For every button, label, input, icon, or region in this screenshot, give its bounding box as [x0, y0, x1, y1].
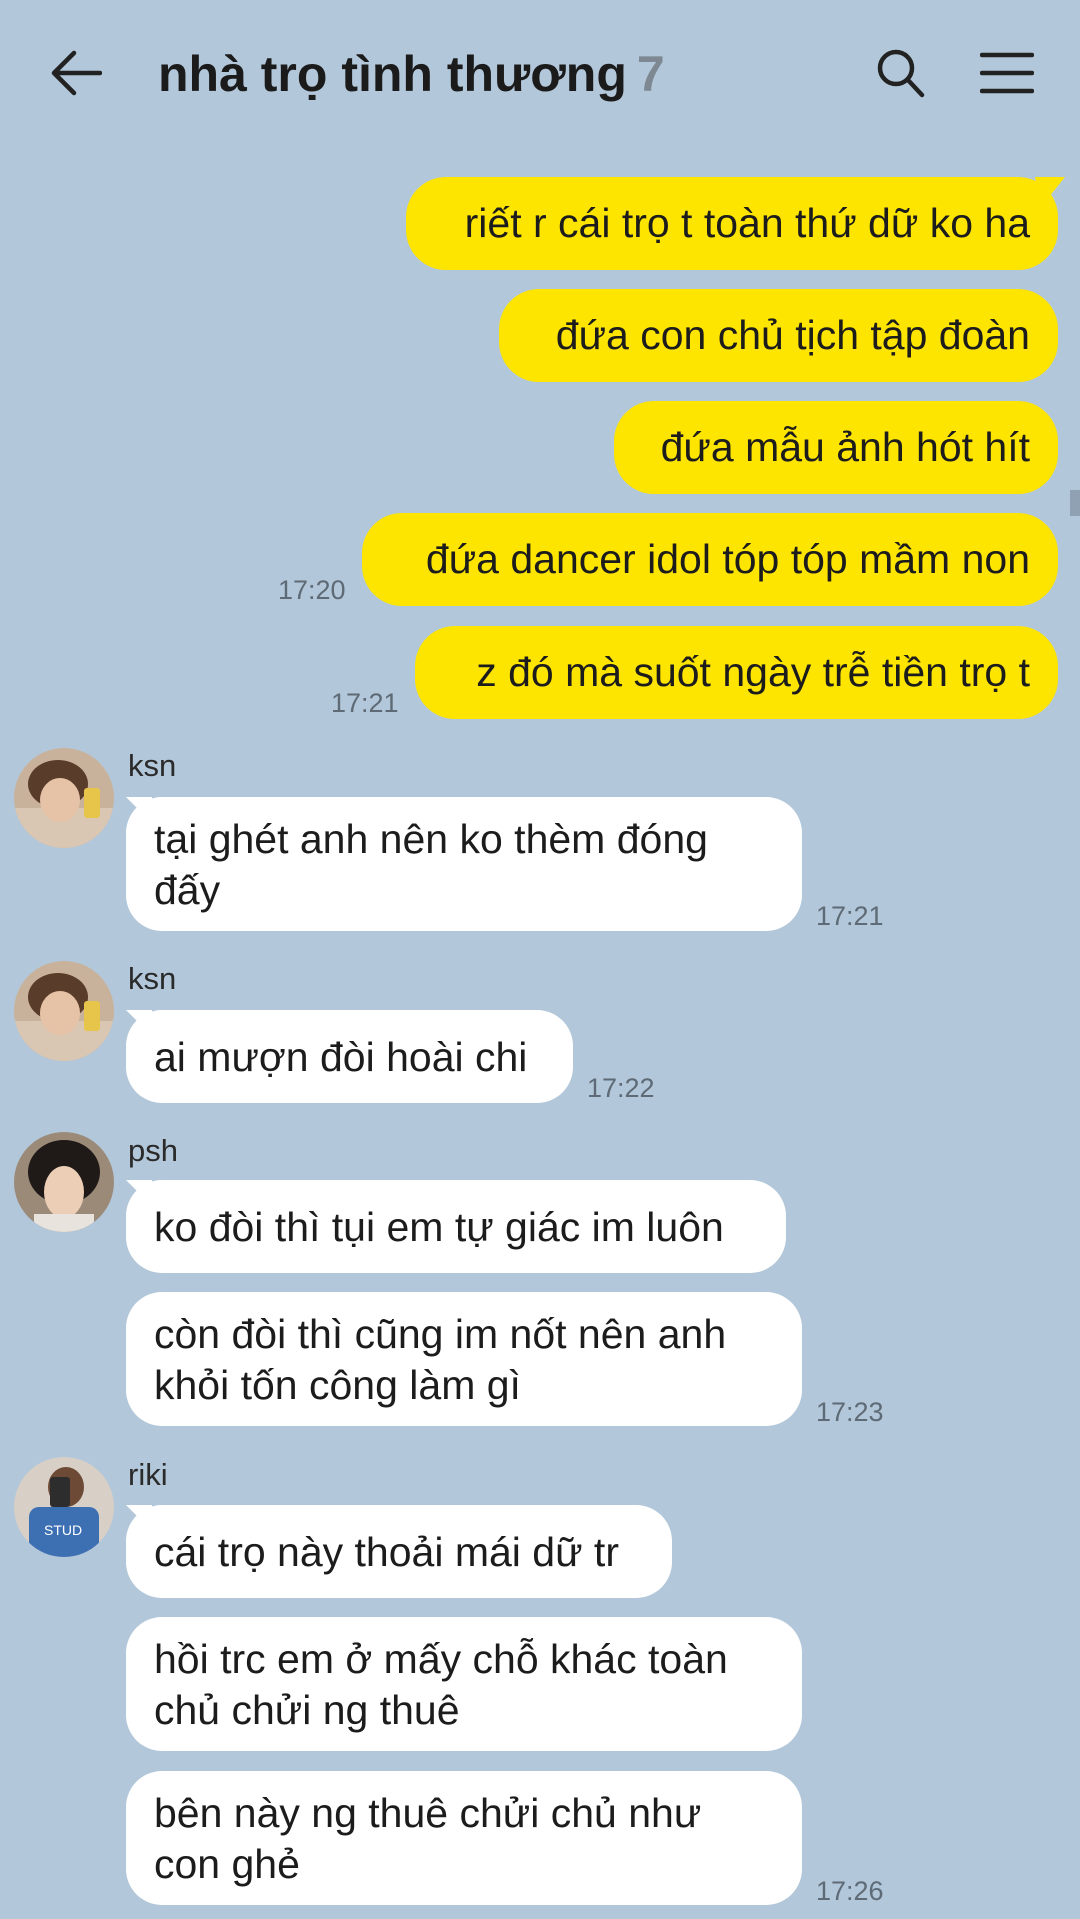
sender-name: ksn [128, 961, 177, 996]
search-icon[interactable] [876, 48, 926, 100]
sender-name: riki [128, 1457, 168, 1492]
message-time: 17:23 [816, 1397, 884, 1427]
message-text: đứa dancer idol tóp tóp mầm non [425, 536, 1030, 582]
avatar-ksn[interactable] [14, 748, 114, 848]
outgoing-message-bubble[interactable]: đứa con chủ tịch tập đoàn [499, 289, 1058, 382]
avatar-psh[interactable] [14, 1132, 114, 1232]
avatar-ksn[interactable] [14, 961, 114, 1061]
incoming-message-bubble[interactable]: bên này ng thuê chửi chủ như con ghẻ [126, 1771, 802, 1905]
message-text: ai mượn đòi hoài chi [154, 1034, 528, 1080]
sender-name: psh [128, 1133, 178, 1168]
message-time: 17:20 [278, 575, 346, 605]
incoming-message-bubble[interactable]: tại ghét anh nên ko thèm đóng đấy [126, 797, 802, 931]
scrollbar-thumb[interactable] [1070, 490, 1080, 516]
incoming-message-bubble[interactable]: cái trọ này thoải mái dữ tr [126, 1505, 672, 1598]
incoming-message-bubble[interactable]: hồi trc em ở mấy chỗ khác toàn chủ chửi … [126, 1617, 802, 1751]
message-text: hồi trc em ở mấy chỗ khác toàn chủ chửi … [154, 1636, 728, 1733]
incoming-message-bubble[interactable]: ko đòi thì tụi em tự giác im luôn [126, 1180, 786, 1273]
incoming-message-bubble[interactable]: ai mượn đòi hoài chi [126, 1010, 573, 1103]
message-time: 17:26 [816, 1876, 884, 1906]
chat-header: nhà trọ tình thương 7 [0, 0, 1080, 150]
message-text: còn đòi thì cũng im nốt nên anh khỏi tốn… [154, 1311, 727, 1408]
hamburger-menu-icon[interactable] [980, 52, 1034, 94]
avatar-riki[interactable]: STUD [14, 1457, 114, 1557]
message-text: đứa mẫu ảnh hót hít [660, 424, 1030, 470]
message-time: 17:21 [331, 688, 399, 718]
outgoing-message-bubble[interactable]: riết r cái trọ t toàn thứ dữ ko ha [406, 177, 1058, 270]
svg-text:STUD: STUD [44, 1522, 82, 1538]
message-time: 17:22 [587, 1073, 655, 1103]
chat-title[interactable]: nhà trọ tình thương 7 [158, 44, 665, 104]
sender-name: ksn [128, 748, 177, 783]
chat-title-text: nhà trọ tình thương [158, 46, 627, 102]
message-text: riết r cái trọ t toàn thứ dữ ko ha [464, 200, 1030, 246]
message-text: ko đòi thì tụi em tự giác im luôn [154, 1204, 724, 1250]
message-text: bên này ng thuê chửi chủ như con ghẻ [154, 1790, 702, 1887]
arrow-left-icon[interactable] [50, 50, 102, 96]
message-time: 17:21 [816, 901, 884, 931]
message-text: tại ghét anh nên ko thèm đóng đấy [154, 816, 708, 913]
outgoing-message-bubble[interactable]: đứa dancer idol tóp tóp mầm non [362, 513, 1058, 606]
member-count: 7 [636, 46, 665, 102]
message-text: đứa con chủ tịch tập đoàn [555, 312, 1030, 358]
outgoing-message-bubble[interactable]: z đó mà suốt ngày trễ tiền trọ t [415, 626, 1058, 719]
outgoing-message-bubble[interactable]: đứa mẫu ảnh hót hít [614, 401, 1058, 494]
message-text: cái trọ này thoải mái dữ tr [154, 1529, 619, 1575]
incoming-message-bubble[interactable]: còn đòi thì cũng im nốt nên anh khỏi tốn… [126, 1292, 802, 1426]
message-text: z đó mà suốt ngày trễ tiền trọ t [476, 649, 1030, 695]
